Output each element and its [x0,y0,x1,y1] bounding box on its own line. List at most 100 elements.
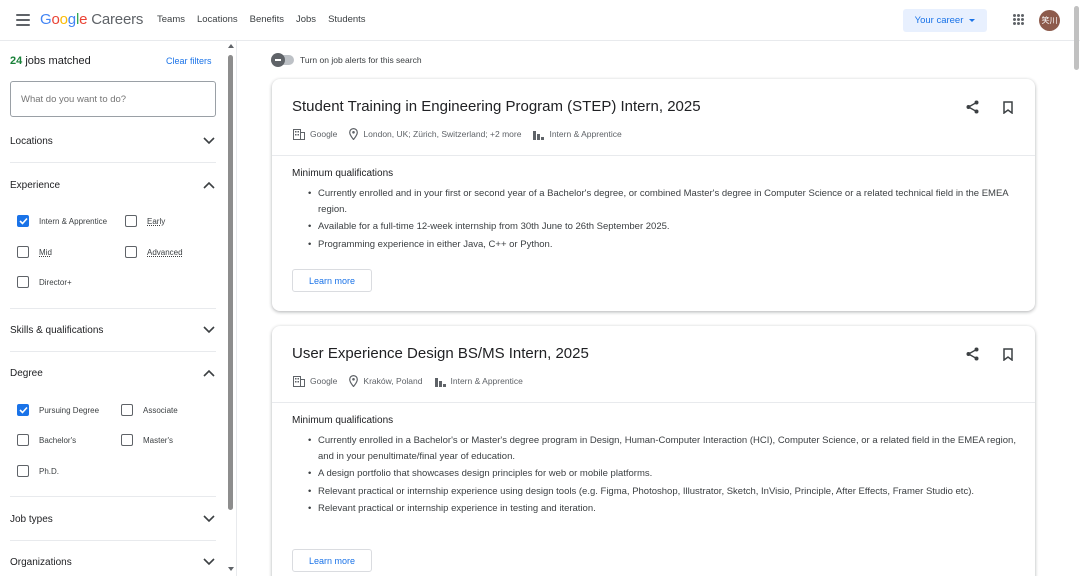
avatar-text: 笑川 [1041,16,1058,25]
share-icon[interactable] [965,347,979,361]
company-meta: Google [293,375,338,387]
chevron-down-icon [202,555,216,569]
filters-sidebar: 24 jobs matched Clear filters Locations … [0,41,237,576]
checkbox-associate[interactable]: Associate [121,404,178,416]
divider [10,351,216,352]
bar-chart-icon [533,130,545,140]
nav-students[interactable]: Students [328,14,366,25]
sidebar-scrollbar[interactable] [226,41,236,576]
qualifications-list: Currently enrolled in a Bachelor's or Ma… [308,433,1018,519]
logo-careers-text: Careers [91,11,144,28]
checkbox-intern-apprentice[interactable]: Intern & Apprentice [17,215,107,227]
job-actions [965,347,1015,361]
main-menu-icon[interactable] [16,14,30,26]
checkbox-unchecked[interactable] [125,215,137,227]
checkbox-unchecked[interactable] [125,246,137,258]
list-item: Relevant practical or internship experie… [308,501,1018,517]
job-meta: Google Kraków, Poland Intern & Apprentic… [293,375,535,387]
checkbox-masters[interactable]: Master's [121,434,173,446]
checkbox-mid[interactable]: Mid [17,246,52,258]
min-qualifications-heading: Minimum qualifications [292,415,394,426]
filter-section-job-types[interactable]: Job types [10,507,216,531]
checkbox-checked[interactable] [17,404,29,416]
location-meta: London, UK; Zürich, Switzerland; +2 more [349,128,521,140]
divider [272,155,1035,156]
filter-section-degree[interactable]: Degree [10,361,216,385]
section-label: Job types [10,513,53,525]
checkbox-pursuing-degree[interactable]: Pursuing Degree [17,404,99,416]
building-icon [293,128,305,140]
bookmark-icon[interactable] [1001,347,1015,361]
checkbox-early[interactable]: Early [125,215,165,227]
job-alerts-toggle[interactable] [271,53,294,67]
share-icon[interactable] [965,100,979,114]
checkbox-label: Associate [143,405,178,415]
checkbox-unchecked[interactable] [121,434,133,446]
job-alerts-label: Turn on job alerts for this search [300,55,422,65]
chevron-down-icon [202,134,216,148]
nav-locations[interactable]: Locations [197,14,238,25]
logo-letter: e [79,11,88,28]
level-meta: Intern & Apprentice [533,129,622,140]
divider [10,540,216,541]
scroll-down-icon[interactable] [228,567,234,571]
filter-section-experience[interactable]: Experience [10,173,216,197]
location-meta: Kraków, Poland [349,375,423,387]
bookmark-icon[interactable] [1001,100,1015,114]
learn-more-button[interactable]: Learn more [292,549,372,572]
qualifications-list: Currently enrolled and in your first or … [308,186,1018,254]
section-label: Locations [10,135,53,147]
checkbox-advanced[interactable]: Advanced [125,246,183,258]
job-level: Intern & Apprentice [549,129,622,139]
scroll-up-icon[interactable] [228,44,234,48]
checkbox-unchecked[interactable] [17,246,29,258]
nav-benefits[interactable]: Benefits [250,14,284,25]
checkbox-label: Pursuing Degree [39,405,100,415]
job-title[interactable]: Student Training in Engineering Program … [292,98,701,115]
google-apps-icon[interactable] [1013,14,1024,25]
company-name: Google [310,129,338,139]
clear-filters-link[interactable]: Clear filters [166,56,212,66]
job-search-input[interactable] [10,81,216,117]
job-title[interactable]: User Experience Design BS/MS Intern, 202… [292,345,589,362]
nav-teams[interactable]: Teams [157,14,185,25]
checkbox-unchecked[interactable] [17,465,29,477]
jobs-count-text: jobs matched [25,55,91,67]
avatar[interactable]: 笑川 [1039,10,1060,31]
checkbox-checked[interactable] [17,215,29,227]
checkbox-label: Advanced [147,247,183,257]
filter-section-organizations[interactable]: Organizations [10,550,216,574]
top-nav: Teams Locations Benefits Jobs Students [157,14,366,25]
checkbox-label: Master's [143,435,173,445]
job-card[interactable]: User Experience Design BS/MS Intern, 202… [272,326,1035,576]
divider [272,402,1035,403]
chevron-up-icon [202,366,216,380]
checkbox-bachelors[interactable]: Bachelor's [17,434,76,446]
job-location: Kraków, Poland [363,376,423,386]
filter-section-locations[interactable]: Locations [10,129,216,153]
section-label: Organizations [10,556,72,568]
your-career-button[interactable]: Your career [903,9,987,32]
checkbox-unchecked[interactable] [121,404,133,416]
bar-chart-icon [434,377,446,387]
divider [10,308,216,309]
page-scrollbar[interactable] [1073,0,1080,74]
location-pin-icon [349,375,359,387]
section-label: Experience [10,179,61,191]
list-item: A design portfolio that showcases design… [308,466,1018,482]
checkbox-unchecked[interactable] [17,434,29,446]
nav-jobs[interactable]: Jobs [296,14,316,25]
checkbox-phd[interactable]: Ph.D. [17,465,59,477]
company-name: Google [310,376,338,386]
job-meta: Google London, UK; Zürich, Switzerland; … [293,128,634,140]
learn-more-button[interactable]: Learn more [292,269,372,292]
list-item: Programming experience in either Java, C… [308,237,1018,253]
google-careers-logo[interactable]: Google Careers [40,11,143,28]
divider [10,162,216,163]
job-card[interactable]: Student Training in Engineering Program … [272,79,1035,311]
checkbox-director[interactable]: Director+ [17,276,72,288]
filter-section-skills[interactable]: Skills & qualifications [10,318,216,342]
chevron-up-icon [202,178,216,192]
checkbox-unchecked[interactable] [17,276,29,288]
scrollbar-thumb[interactable] [228,55,233,510]
